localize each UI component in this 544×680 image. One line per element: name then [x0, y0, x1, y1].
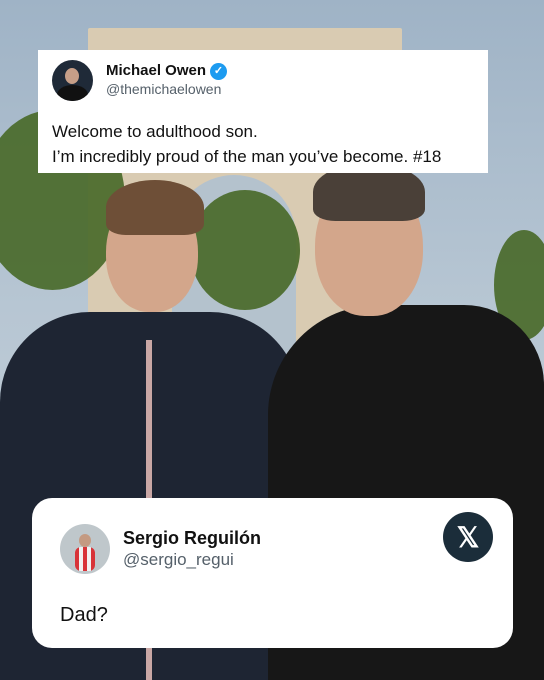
avatar-face: [65, 68, 79, 84]
tweet-text: Welcome to adulthood son. I’m incredibly…: [52, 119, 474, 169]
tweet-header: Michael Owen ✓ @themichaelowen: [52, 60, 474, 101]
tweet-handle[interactable]: @themichaelowen: [106, 80, 227, 99]
reply-card: Sergio Reguilón @sergio_regui Dad? 𝕏: [32, 498, 513, 648]
reply-display-name[interactable]: Sergio Reguilón: [123, 527, 261, 549]
tweet-display-name[interactable]: Michael Owen ✓: [106, 62, 228, 80]
person-left-hair: [106, 180, 204, 235]
tweet-text-line-2: I’m incredibly proud of the man you’ve b…: [52, 147, 442, 166]
tweet-display-name-text: Michael Owen: [106, 62, 207, 79]
tweet-card: Michael Owen ✓ @themichaelowen Welcome to…: [38, 50, 488, 173]
tree-middle: [190, 190, 300, 310]
x-logo-icon[interactable]: 𝕏: [443, 512, 493, 562]
reply-handle[interactable]: @sergio_regui: [123, 549, 261, 571]
tweet-author: Michael Owen ✓ @themichaelowen: [106, 62, 228, 99]
reply-header: Sergio Reguilón @sergio_regui: [60, 524, 485, 574]
reply-author: Sergio Reguilón @sergio_regui: [123, 527, 261, 571]
avatar-shoulders: [57, 85, 88, 101]
avatar-face: [79, 534, 91, 547]
reply-text: Dad?: [60, 604, 108, 626]
tweet-text-line-1: Welcome to adulthood son.: [52, 122, 258, 141]
michael-owen-avatar[interactable]: [52, 60, 93, 101]
sergio-reguilon-avatar[interactable]: [60, 524, 110, 574]
verified-badge-icon: ✓: [210, 62, 228, 80]
striped-shirt: [75, 547, 95, 571]
